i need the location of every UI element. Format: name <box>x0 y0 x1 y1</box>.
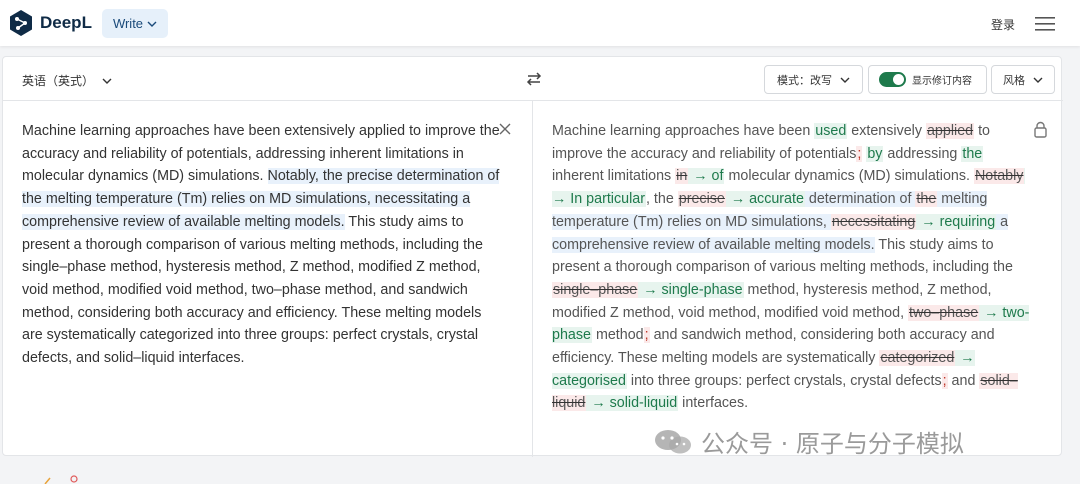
chevron-down-icon <box>1033 77 1043 83</box>
result-text: extensively <box>847 123 926 139</box>
result-text: interfaces. <box>678 395 749 412</box>
wechat-icon <box>655 429 691 453</box>
result-text: , the <box>645 191 678 208</box>
deleted-text[interactable]: categorized <box>879 350 956 367</box>
editor-card: 英语（英式） 模式：改写 显示修订内容 风格 Machine learning … <box>2 56 1063 457</box>
track-changes-toggle[interactable]: 显示修订内容 <box>868 65 987 94</box>
lock-icon[interactable] <box>1033 121 1048 138</box>
style-label: 风格 <box>1003 74 1025 87</box>
replacement-text[interactable]: → solid-liquid <box>586 395 679 412</box>
pane-divider <box>532 101 533 457</box>
result-text: inherent limitations <box>552 168 676 185</box>
editor-toolbar: 英语（英式） 模式：改写 显示修订内容 风格 <box>3 57 1063 101</box>
brand-name[interactable]: DeepL <box>40 13 92 33</box>
result-text: method <box>591 327 644 344</box>
deepl-logo-icon[interactable] <box>8 9 34 37</box>
deleted-text[interactable]: in <box>675 168 689 185</box>
track-changes-label: 显示修订内容 <box>912 76 972 87</box>
toggle-switch[interactable] <box>879 72 906 87</box>
deleted-text[interactable]: Notably <box>973 168 1025 185</box>
mode-label: 模式：改写 <box>777 74 832 87</box>
result-text: and <box>947 372 980 389</box>
style-select[interactable]: 风格 <box>991 65 1055 94</box>
deleted-text[interactable]: necessitating <box>830 213 917 230</box>
menu-icon[interactable] <box>1035 16 1055 32</box>
bottom-decoration-icon <box>44 475 78 484</box>
source-language-select[interactable]: 英语（英式） <box>22 72 112 89</box>
swap-icon[interactable] <box>525 70 543 88</box>
close-icon[interactable] <box>498 122 512 136</box>
source-sentence: This study aims to present a thorough co… <box>22 213 483 367</box>
result-text: addressing <box>883 145 962 162</box>
result-highlighted-text: determination of <box>804 191 916 208</box>
login-link[interactable]: 登录 <box>991 16 1015 33</box>
inserted-text[interactable]: the <box>961 145 984 162</box>
inserted-text[interactable]: used <box>814 123 848 139</box>
source-text-area[interactable]: Machine learning approaches have been ex… <box>22 120 500 370</box>
result-text: Machine learning approaches have been <box>552 123 815 139</box>
result-text: into three groups: perfect crystals, cry… <box>626 372 942 389</box>
result-text-area[interactable]: Machine learning approaches have been us… <box>552 120 1032 415</box>
deleted-text[interactable]: precise <box>677 191 726 208</box>
replacement-text[interactable]: → accurate <box>725 191 805 208</box>
deleted-text[interactable]: single–phase <box>552 281 639 298</box>
watermark-text: 公众号 · 原子与分子模拟 <box>701 430 964 458</box>
result-text: molecular dynamics (MD) simulations. <box>724 168 974 185</box>
source-language-label: 英语（英式） <box>22 74 95 88</box>
top-navigation-bar: DeepL Write 登录 <box>0 0 1080 46</box>
replacement-text[interactable]: → of <box>688 168 725 185</box>
write-button-label: Write <box>112 16 144 31</box>
watermark: 公众号 · 原子与分子模拟 <box>653 424 964 459</box>
replacement-text[interactable]: → requiring <box>916 213 997 230</box>
deleted-text[interactable]: applied <box>925 123 975 139</box>
chevron-down-icon <box>102 78 112 84</box>
replacement-text[interactable]: → single-phase <box>638 281 744 298</box>
chevron-down-icon <box>840 77 850 83</box>
chevron-down-icon <box>147 21 157 27</box>
mode-select[interactable]: 模式：改写 <box>764 65 863 94</box>
inserted-text[interactable]: by <box>866 145 884 162</box>
deleted-text[interactable]: two–phase <box>908 304 980 321</box>
write-button[interactable]: Write <box>102 9 168 38</box>
deleted-text[interactable]: the <box>915 191 938 208</box>
